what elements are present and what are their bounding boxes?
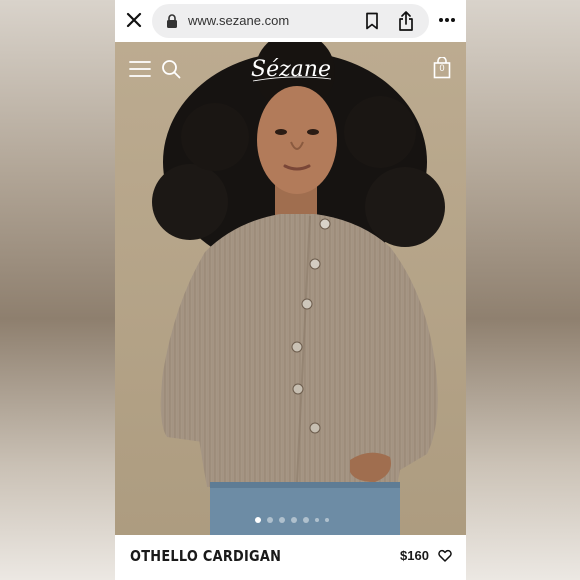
address-bar[interactable]: www.sezane.com — [152, 4, 429, 38]
product-title: OTHELLO CARDIGAN — [130, 547, 282, 565]
more-icon[interactable] — [437, 13, 457, 27]
carousel-dot[interactable] — [303, 517, 309, 523]
carousel-dot[interactable] — [291, 517, 297, 523]
menu-icon[interactable] — [129, 60, 151, 78]
model-photo — [115, 42, 466, 535]
cart-button[interactable]: 0 — [433, 56, 451, 79]
carousel-indicators[interactable] — [255, 516, 329, 524]
right-blur-panel — [466, 0, 580, 580]
bookmark-icon[interactable] — [364, 12, 380, 30]
product-image[interactable]: Sézane 0 — [115, 42, 466, 535]
cart-count: 0 — [439, 63, 445, 73]
left-blur-panel — [0, 0, 115, 580]
product-price: $160 — [400, 548, 429, 563]
product-info: OTHELLO CARDIGAN $160 — [115, 535, 466, 580]
share-icon[interactable] — [397, 10, 415, 32]
carousel-dot[interactable] — [267, 517, 273, 523]
phone-screen: www.sezane.com Sézane 0 OTHELLO CARDIGAN… — [115, 0, 466, 580]
carousel-dot[interactable] — [279, 517, 285, 523]
url-text: www.sezane.com — [188, 13, 290, 28]
heart-icon[interactable] — [438, 549, 452, 562]
carousel-dot[interactable] — [315, 518, 319, 522]
carousel-dot[interactable] — [325, 518, 329, 522]
browser-toolbar: www.sezane.com — [115, 0, 466, 42]
carousel-dot-active[interactable] — [255, 517, 261, 523]
logo-text: Sézane — [251, 57, 331, 82]
sezane-logo[interactable]: Sézane — [243, 52, 339, 86]
close-icon[interactable] — [123, 9, 145, 31]
search-icon[interactable] — [161, 59, 181, 79]
lock-icon — [167, 14, 177, 28]
